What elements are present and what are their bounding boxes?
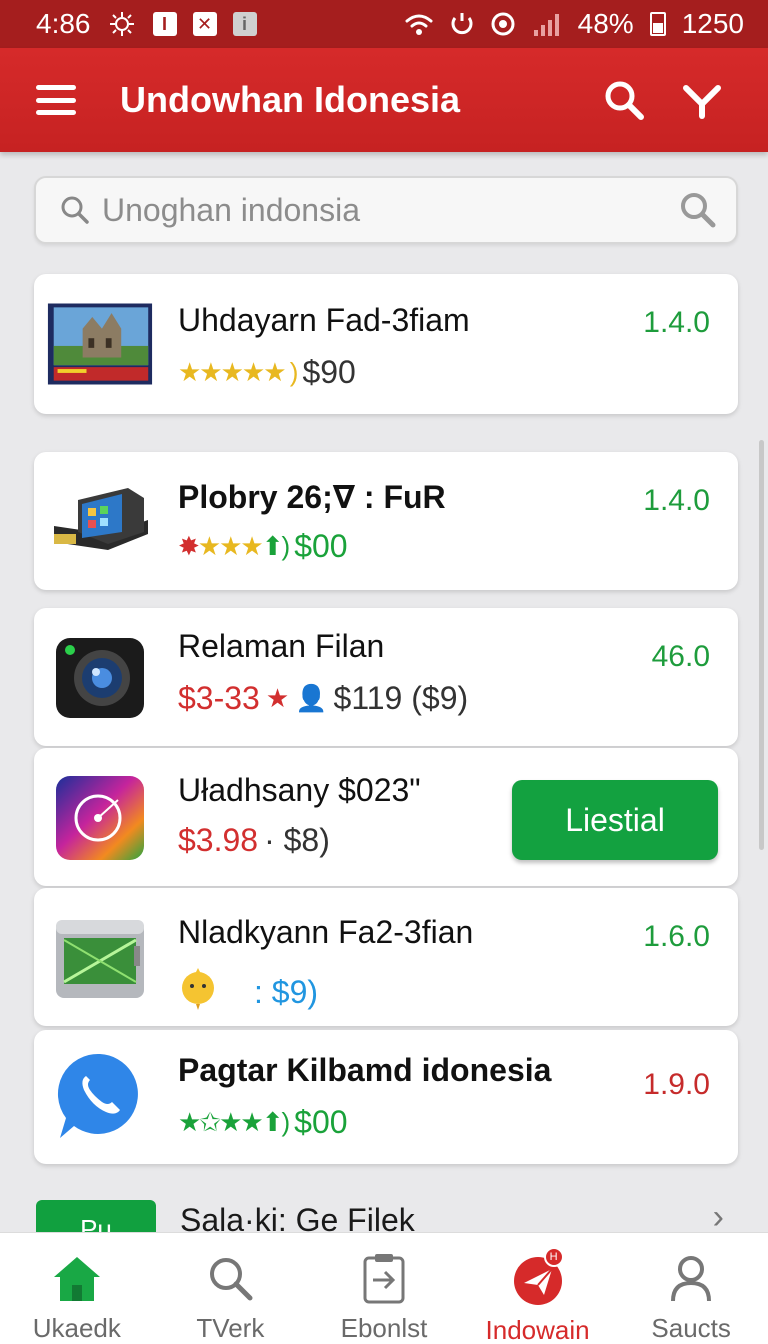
- app-bar: Undowhan Idonesia: [0, 48, 768, 152]
- rating-stars: ★★★★★ ): [178, 357, 298, 387]
- app-title: Nladkyann Fa2-3fian: [178, 914, 474, 950]
- search-bar: [34, 176, 738, 244]
- camera-icon: [46, 630, 154, 726]
- search-submit-icon[interactable]: [678, 190, 718, 230]
- status-right: 48% 1250: [404, 8, 744, 40]
- menu-icon[interactable]: [36, 85, 76, 115]
- app-price: : $9): [254, 973, 319, 1010]
- chevron-down-icon: [683, 85, 721, 119]
- app-meta: $3.98 · $8): [178, 822, 330, 859]
- rating-stars: ✸★★★⬆): [178, 531, 290, 561]
- app-meta: $3-33 ★ 👤 $119 ($9): [178, 680, 468, 717]
- gear-icon: [107, 10, 137, 38]
- battery-icon: [649, 12, 666, 36]
- alarm-icon: [490, 11, 516, 37]
- tablet-icon: [46, 910, 154, 1006]
- app-price-sale: $3-33: [178, 680, 260, 716]
- app-version: 46.0: [651, 640, 710, 673]
- nav-item-indowain[interactable]: H Indowain: [461, 1233, 615, 1344]
- close-box-icon: ✕: [192, 12, 217, 36]
- app-title: Plobry 26;∇ : FuR: [178, 479, 446, 515]
- wifi-icon: [404, 12, 434, 36]
- status-clock-right: 1250: [681, 8, 744, 39]
- battery-percent: 48%: [577, 8, 634, 39]
- user-icon: [663, 1251, 719, 1305]
- list-item[interactable]: Plobry 26;∇ : FuR ✸★★★⬆) $00 1.4.0: [34, 452, 738, 590]
- nav-label: Indowain: [485, 1315, 590, 1344]
- app-meta: ★✩★★⬆) $00: [178, 1104, 348, 1141]
- list-item-partial[interactable]: Pu Sala·ki: Ge Filek ›: [0, 1190, 768, 1234]
- star-icon: ★: [265, 683, 290, 713]
- search-icon: [202, 1251, 258, 1305]
- chevron-right-icon[interactable]: ›: [713, 1198, 724, 1234]
- app-meta: ✸★★★⬆) $00: [178, 528, 348, 565]
- user-icon: 👤: [295, 683, 328, 713]
- app-price: $00: [294, 1104, 348, 1140]
- page-title: Undowhan Idonesia: [120, 79, 461, 120]
- status-left: 4:86 I ✕ i: [36, 8, 257, 40]
- home-icon: [49, 1251, 105, 1305]
- nav-item-search[interactable]: TVerk: [154, 1233, 308, 1344]
- notification-box-icon: I: [152, 12, 177, 36]
- nav-item-list[interactable]: Ebonlst: [307, 1233, 461, 1344]
- nav-label: Ebonlst: [340, 1313, 428, 1343]
- list-item[interactable]: Uładhsany $023" $3.98 · $8) Liestial: [34, 748, 738, 886]
- status-time: 4:86: [36, 8, 91, 39]
- phone-chat-icon: [46, 1048, 154, 1144]
- list-item[interactable]: Pagtar Kilbamd idonesia ★✩★★⬆) $00 1.9.0: [34, 1030, 738, 1164]
- app-price: · $8): [264, 822, 330, 858]
- app-price: $90: [302, 354, 356, 390]
- status-bar: 4:86 I ✕ i 48% 1250: [0, 0, 768, 48]
- bottom-nav: Ukaedk TVerk Ebonlst H Indowain Saucts: [0, 1232, 768, 1344]
- notification-badge: H: [543, 1247, 564, 1267]
- nav-item-home[interactable]: Ukaedk: [0, 1233, 154, 1344]
- nav-item-account[interactable]: Saucts: [614, 1233, 768, 1344]
- clipboard-arrow-icon: [356, 1251, 412, 1305]
- search-button[interactable]: [594, 70, 654, 130]
- app-title: Uhdayarn Fad-3fiam: [178, 302, 470, 338]
- search-input[interactable]: [102, 191, 678, 229]
- signal-icon: [532, 12, 562, 36]
- app-price: $00: [294, 528, 348, 564]
- list-item[interactable]: Uhdayarn Fad-3fiam ★★★★★ ) $90 1.4.0: [34, 274, 738, 414]
- sync-icon: [450, 11, 474, 37]
- list-item[interactable]: Relaman Filan $3-33 ★ 👤 $119 ($9) 46.0: [34, 608, 738, 746]
- app-meta: : $9): [178, 966, 318, 1018]
- disc-icon: [46, 770, 154, 866]
- rating-stars: ★✩★★⬆): [178, 1107, 290, 1137]
- app-version: 1.6.0: [643, 920, 710, 953]
- mascot-icon: [178, 966, 218, 1018]
- send-icon: H: [510, 1247, 566, 1307]
- app-price-sale: $3.98: [178, 822, 259, 858]
- scrollbar[interactable]: [759, 440, 764, 850]
- castle-book-icon: [46, 296, 154, 392]
- install-button[interactable]: Liestial: [512, 780, 718, 860]
- info-box-icon: i: [232, 12, 257, 36]
- nav-label: Ukaedk: [32, 1313, 121, 1343]
- section-title: Sala·ki: Ge Filek: [180, 1202, 415, 1234]
- app-meta: ★★★★★ ) $90: [178, 354, 356, 391]
- search-icon: [605, 81, 644, 120]
- app-title: Uładhsany $023": [178, 772, 421, 808]
- nav-label: TVerk: [196, 1313, 265, 1343]
- category-badge: Pu: [36, 1200, 156, 1234]
- nav-label: Saucts: [651, 1313, 731, 1343]
- app-title: Pagtar Kilbamd idonesia: [178, 1052, 552, 1088]
- app-price: $119 ($9): [333, 680, 469, 716]
- app-title: Relaman Filan: [178, 628, 385, 664]
- search-icon: [61, 196, 89, 224]
- app-version: 1.4.0: [643, 306, 710, 339]
- app-version: 1.4.0: [643, 484, 710, 517]
- device-icon: [46, 472, 154, 568]
- app-version: 1.9.0: [643, 1068, 710, 1101]
- dropdown-button[interactable]: [672, 70, 732, 130]
- list-item[interactable]: Nladkyann Fa2-3fian : $9) 1.6.0: [34, 888, 738, 1026]
